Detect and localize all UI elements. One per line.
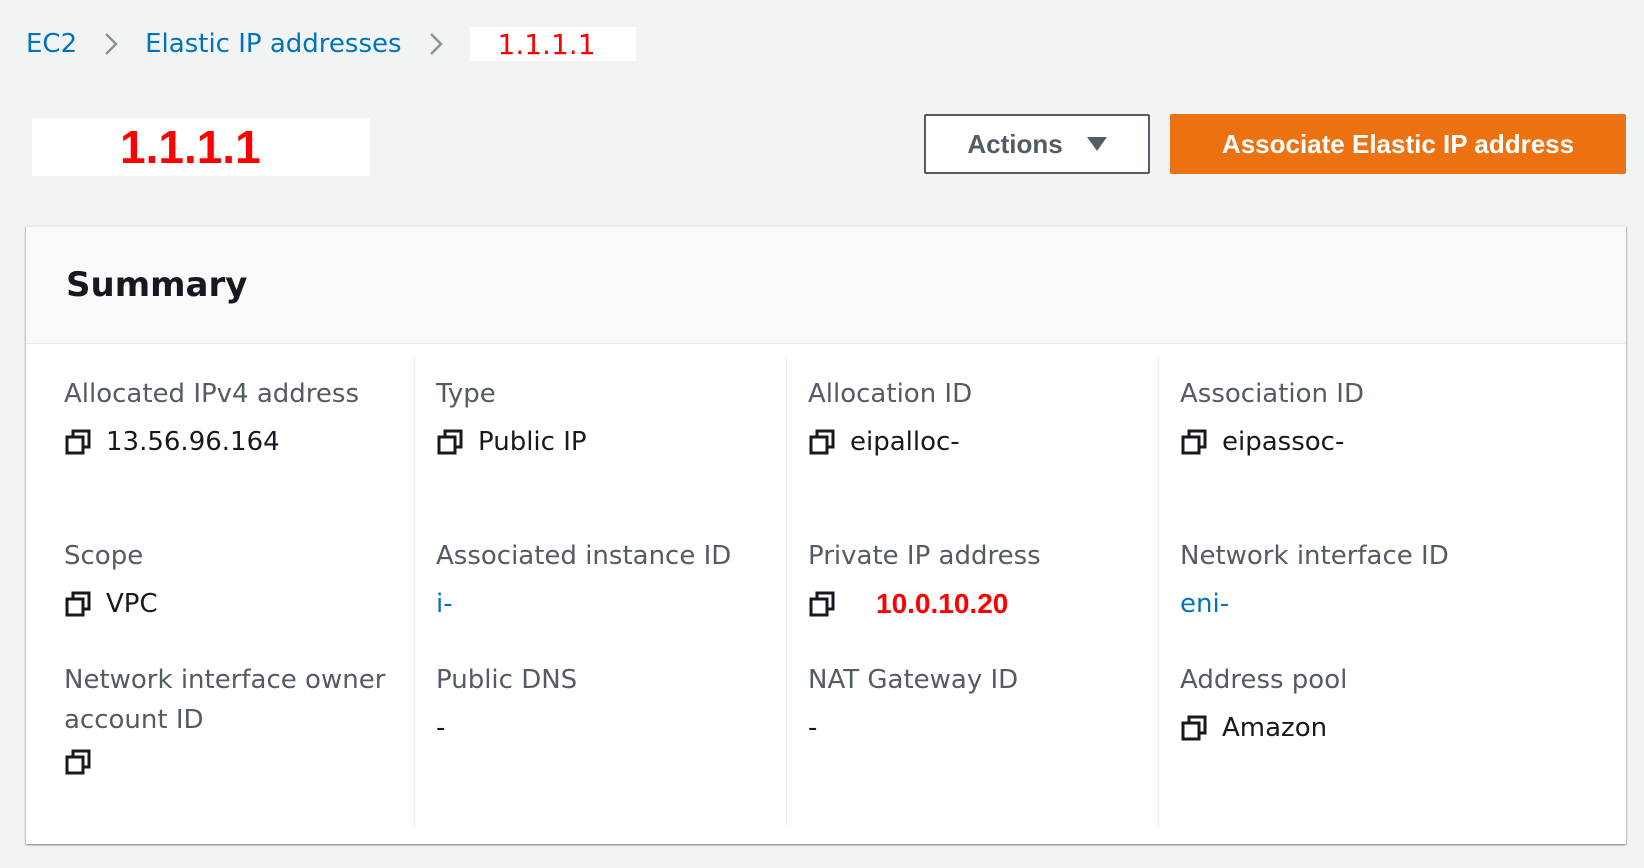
type-value: Public IP [478,427,587,457]
chevron-right-icon [103,31,119,57]
field-owner-account: Network interface owner account ID [64,660,385,776]
field-value: Amazon [1180,708,1347,748]
field-label: NAT Gateway ID [808,665,1019,695]
breadcrumb-elastic-ip-link[interactable]: Elastic IP addresses [145,29,401,59]
copy-icon[interactable] [64,428,92,456]
field-value [64,748,385,776]
summary-panel-header: Summary [26,227,1626,344]
field-value: VPC [64,584,158,624]
field-label: Association ID [1180,379,1364,409]
scope-value: VPC [106,589,158,619]
field-type: Type Public IP [436,374,587,462]
field-allocation-id: Allocation ID eipalloc- [808,374,972,462]
associate-elastic-ip-button[interactable]: Associate Elastic IP address [1170,114,1626,174]
field-value: eni- [1180,584,1449,624]
field-address-pool: Address pool Amazon [1180,660,1347,748]
column-divider [414,356,415,826]
associated-instance-link[interactable]: i- [436,584,453,624]
field-value: Public IP [436,422,587,462]
field-label: Scope [64,541,144,571]
chevron-right-icon [428,31,444,57]
field-scope: Scope VPC [64,536,158,624]
summary-title: Summary [66,265,248,305]
field-label: Private IP address [808,541,1041,571]
field-label: Public DNS [436,665,578,695]
field-associated-instance: Associated instance ID i- [436,536,731,624]
field-value: 10.0.10.20 [808,584,1041,624]
field-value: eipassoc- [1180,422,1364,462]
field-label-line2: account ID [64,705,204,735]
field-value: - [436,708,577,748]
breadcrumb-current: 1.1.1.1 [469,27,636,61]
private-ip-value: 10.0.10.20 [876,588,1009,619]
column-divider [786,356,787,826]
summary-panel: Summary Allocated IPv4 address 13.56.96.… [26,226,1626,844]
copy-icon[interactable] [64,748,92,776]
public-dns-value: - [436,713,446,743]
field-label: Type [436,379,496,409]
caret-down-icon [1086,137,1107,151]
field-allocated-ipv4: Allocated IPv4 address 13.56.96.164 [64,374,359,462]
copy-icon[interactable] [64,590,92,618]
allocation-id-value: eipalloc- [850,427,960,457]
field-label: Associated instance ID [436,541,732,571]
breadcrumb: EC2 Elastic IP addresses 1.1.1.1 [26,22,636,66]
field-value: eipalloc- [808,422,972,462]
field-value: - [808,708,1018,748]
copy-icon[interactable] [808,590,836,618]
page-title-container: 1.1.1.1 [32,118,370,176]
network-interface-link[interactable]: eni- [1180,584,1229,624]
nat-gateway-value: - [808,713,818,743]
page-title: 1.1.1.1 [120,121,261,173]
actions-dropdown-button[interactable]: Actions [924,114,1150,174]
copy-icon[interactable] [436,428,464,456]
field-label: Allocation ID [808,379,973,409]
field-label-line1: Network interface owner [64,665,386,695]
field-association-id: Association ID eipassoc- [1180,374,1364,462]
field-label: Network interface ID [1180,541,1449,571]
allocated-ipv4-value: 13.56.96.164 [106,427,280,457]
copy-icon[interactable] [808,428,836,456]
association-id-value: eipassoc- [1222,427,1345,457]
copy-icon[interactable] [1180,428,1208,456]
field-nat-gateway: NAT Gateway ID - [808,660,1018,748]
field-label: Address pool [1180,665,1348,695]
field-public-dns: Public DNS - [436,660,577,748]
field-value: 13.56.96.164 [64,422,359,462]
summary-panel-body: Allocated IPv4 address 13.56.96.164 Type… [26,344,1626,844]
field-value: i- [436,584,731,624]
breadcrumb-ec2-link[interactable]: EC2 [26,29,77,59]
field-network-interface: Network interface ID eni- [1180,536,1449,624]
field-private-ip: Private IP address 10.0.10.20 [808,536,1041,624]
field-label: Allocated IPv4 address [64,379,360,409]
actions-label: Actions [967,128,1063,159]
associate-elastic-ip-label: Associate Elastic IP address [1221,128,1575,159]
column-divider [1158,356,1159,826]
address-pool-value: Amazon [1222,713,1328,743]
copy-icon[interactable] [1180,714,1208,742]
